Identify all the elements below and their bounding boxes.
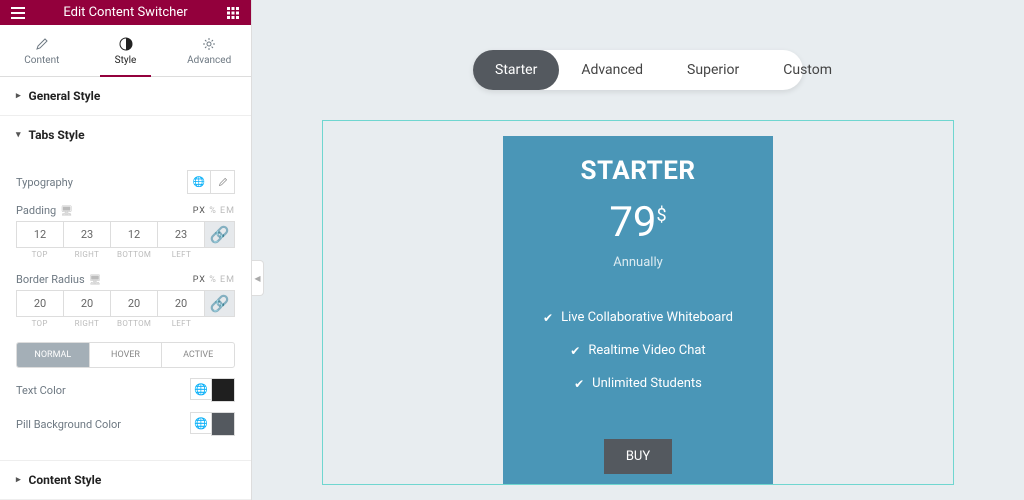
radius-bottom-input[interactable] <box>111 291 157 316</box>
typography-global-icon[interactable]: 🌐 <box>187 170 211 194</box>
padding-inputs: 🔗 <box>16 221 235 248</box>
padding-link-icon[interactable]: 🔗 <box>205 221 235 248</box>
section-content-style: ▸Content Style <box>0 461 251 500</box>
editor-panel: Edit Content Switcher Content Style Adva… <box>0 0 252 500</box>
gear-icon <box>202 37 216 51</box>
preview-selection[interactable]: STARTER 79$ Annually ✔Live Collaborative… <box>322 120 954 485</box>
tab-advanced[interactable]: Advanced <box>167 25 251 76</box>
preview-canvas: Starter Advanced Superior Custom STARTER… <box>252 0 1024 500</box>
panel-tabs: Content Style Advanced <box>0 25 251 77</box>
apps-icon[interactable] <box>225 5 241 21</box>
check-icon: ✔ <box>574 377 584 391</box>
panel-title: Edit Content Switcher <box>63 5 187 20</box>
padding-left-input[interactable] <box>158 222 204 247</box>
menu-icon[interactable] <box>10 5 26 21</box>
switcher-tab-starter[interactable]: Starter <box>473 50 559 90</box>
section-content-toggle[interactable]: ▸Content Style <box>0 461 251 499</box>
pencil-icon <box>35 37 49 51</box>
check-icon: ✔ <box>543 311 553 325</box>
feature-item: ✔Live Collaborative Whiteboard <box>523 310 753 325</box>
radius-right-input[interactable] <box>64 291 110 316</box>
section-general-toggle[interactable]: ▸General Style <box>0 77 251 115</box>
tab-content[interactable]: Content <box>0 25 84 76</box>
pill-bg-row: Pill Background Color 🌐 <box>16 412 235 436</box>
content-switcher: Starter Advanced Superior Custom <box>473 50 803 90</box>
caret-right-icon: ▸ <box>16 475 21 485</box>
state-tabs: NORMAL HOVER ACTIVE <box>16 342 235 368</box>
plan-price: 79$ <box>523 198 753 247</box>
typography-edit-button[interactable] <box>211 170 235 194</box>
contrast-icon <box>119 37 133 51</box>
switcher-tab-superior[interactable]: Superior <box>665 50 761 90</box>
feature-item: ✔Realtime Video Chat <box>523 343 753 358</box>
check-icon: ✔ <box>570 344 580 358</box>
switcher-tab-custom[interactable]: Custom <box>761 50 854 90</box>
radius-top-input[interactable] <box>17 291 63 316</box>
state-normal[interactable]: NORMAL <box>17 343 89 367</box>
tab-style[interactable]: Style <box>84 25 168 76</box>
text-color-row: Text Color 🌐 <box>16 378 235 402</box>
padding-units[interactable]: PX % EM <box>193 206 235 216</box>
text-color-global-icon[interactable]: 🌐 <box>190 378 212 400</box>
state-hover[interactable]: HOVER <box>89 343 162 367</box>
device-icon[interactable]: 🖥 <box>89 275 102 286</box>
device-icon[interactable]: 🖥 <box>60 206 73 217</box>
state-active[interactable]: ACTIVE <box>161 343 234 367</box>
radius-left-input[interactable] <box>158 291 204 316</box>
pill-bg-global-icon[interactable]: 🌐 <box>190 412 212 434</box>
feature-item: ✔Unlimited Students <box>523 376 753 391</box>
plan-period: Annually <box>523 255 753 270</box>
pricing-card: STARTER 79$ Annually ✔Live Collaborative… <box>503 136 773 484</box>
plan-title: STARTER <box>523 156 753 186</box>
padding-row: Padding🖥 PX % EM <box>16 204 235 217</box>
section-tabs-toggle[interactable]: ▾Tabs Style <box>0 116 251 154</box>
radius-link-icon[interactable]: 🔗 <box>205 290 235 317</box>
radius-units[interactable]: PX % EM <box>193 275 235 285</box>
text-color-swatch[interactable] <box>211 378 235 402</box>
padding-right-input[interactable] <box>64 222 110 247</box>
section-general: ▸General Style <box>0 77 251 116</box>
typography-row: Typography 🌐 <box>16 170 235 194</box>
switcher-tab-advanced[interactable]: Advanced <box>559 50 665 90</box>
buy-button[interactable]: BUY <box>604 439 672 474</box>
caret-right-icon: ▸ <box>16 91 21 101</box>
section-tabs-style: ▾Tabs Style Typography 🌐 Padding🖥 PX % E… <box>0 116 251 461</box>
pill-bg-swatch[interactable] <box>211 412 235 436</box>
radius-row: Border Radius🖥 PX % EM <box>16 273 235 286</box>
caret-down-icon: ▾ <box>16 130 21 140</box>
padding-top-input[interactable] <box>17 222 63 247</box>
panel-header: Edit Content Switcher <box>0 0 251 25</box>
padding-bottom-input[interactable] <box>111 222 157 247</box>
radius-inputs: 🔗 <box>16 290 235 317</box>
